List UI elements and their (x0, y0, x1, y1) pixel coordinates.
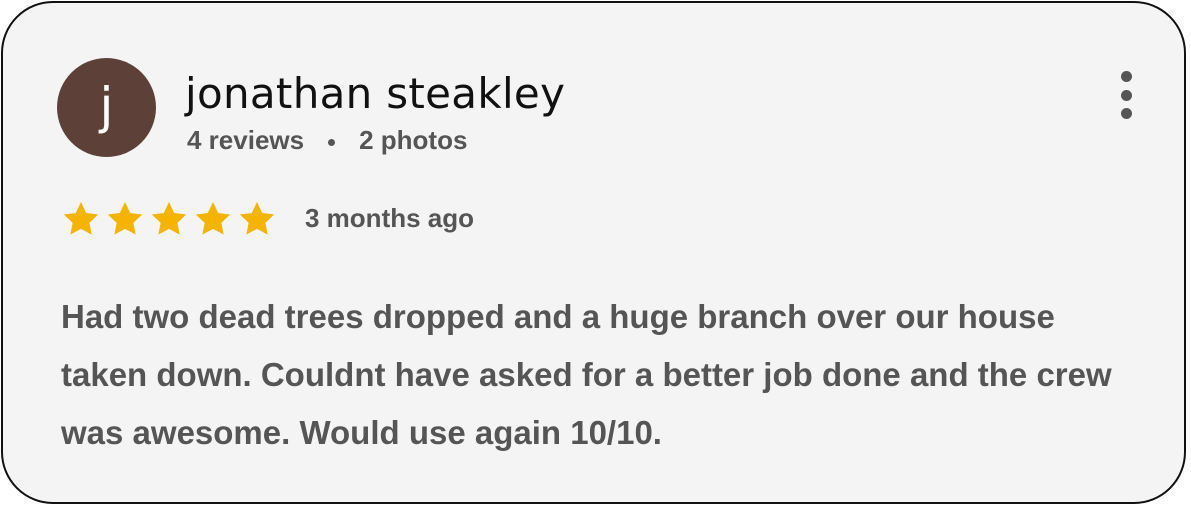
star-rating (61, 199, 277, 239)
more-vert-icon-dot (1120, 108, 1132, 119)
more-vert-icon (1120, 71, 1132, 82)
reviews-count: 4 reviews (187, 125, 305, 155)
avatar-letter: j (99, 76, 114, 135)
star-icon (193, 199, 233, 239)
review-card: j jonathan steakley 4 reviews 2 photos 3… (1, 1, 1186, 504)
review-text: Had two dead trees dropped and a huge br… (61, 298, 1112, 451)
review-time: 3 months ago (305, 203, 475, 233)
author-meta: 4 reviews 2 photos (187, 125, 467, 156)
more-vert-icon-dot (1120, 89, 1132, 101)
photos-count: 2 photos (359, 125, 468, 155)
star-icon (105, 199, 145, 239)
more-options-button[interactable] (1111, 71, 1141, 119)
star-icon (237, 199, 277, 239)
star-icon (61, 199, 101, 239)
author-name[interactable]: jonathan steakley (185, 69, 565, 118)
star-icon (149, 199, 189, 239)
separator-dot (328, 139, 336, 146)
avatar[interactable]: j (57, 58, 156, 157)
